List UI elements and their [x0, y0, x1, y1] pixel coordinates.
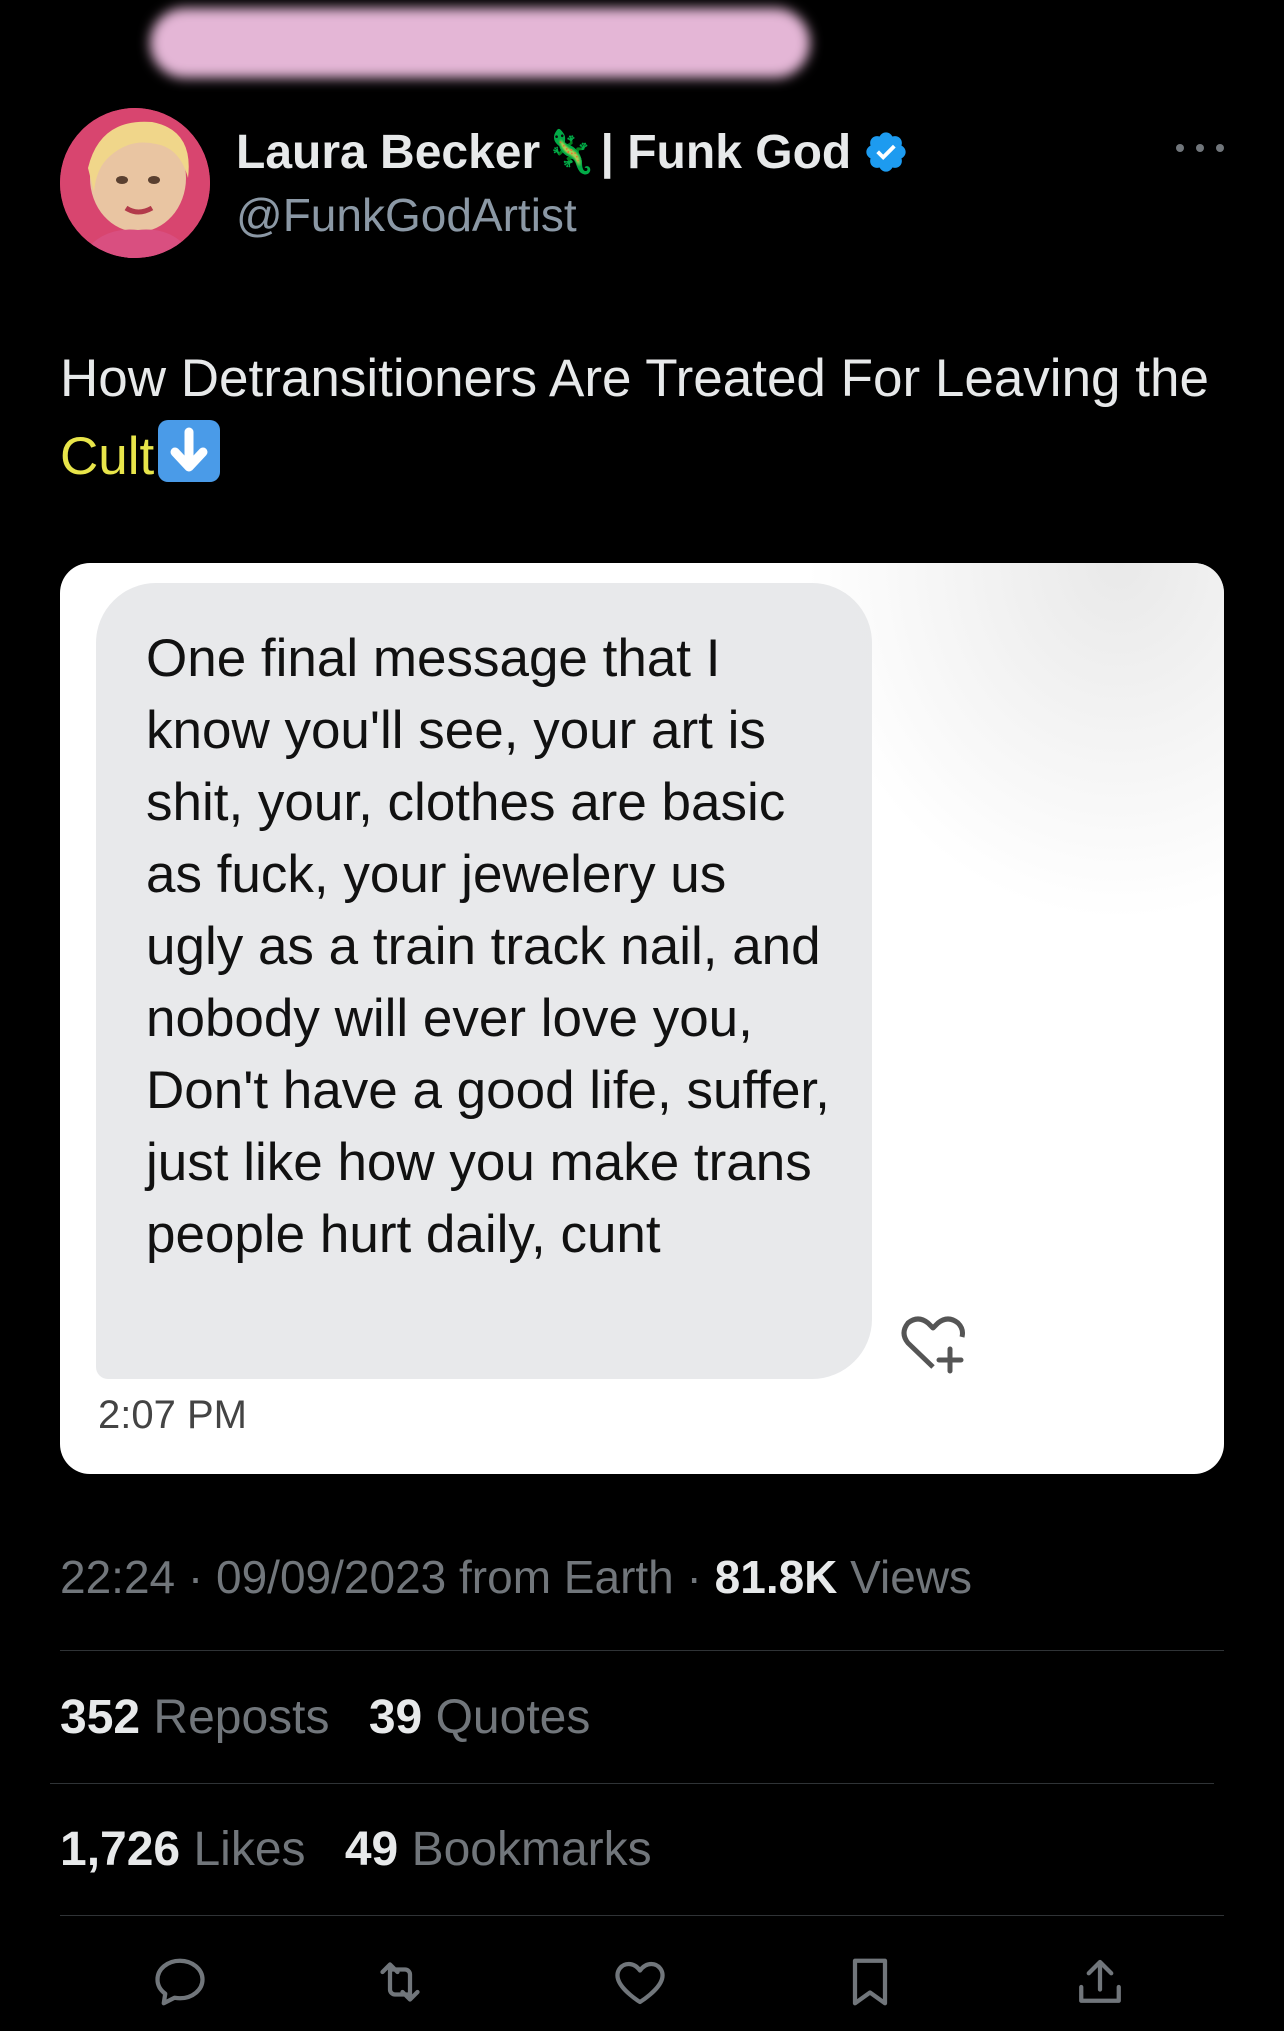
tweet-source: from Earth	[446, 1551, 674, 1603]
bookmark-icon[interactable]	[840, 1952, 900, 2012]
quotes-count: 39	[368, 1691, 423, 1744]
bookmarks-label: Bookmarks	[398, 1823, 652, 1876]
bookmarks-stat[interactable]: 49 Bookmarks	[345, 1823, 652, 1876]
stats-row-reposts: 352 Reposts 39 Quotes	[60, 1690, 616, 1745]
likes-stat[interactable]: 1,726 Likes	[60, 1823, 306, 1876]
tweet-text-highlight: Cult	[60, 427, 155, 486]
repost-icon[interactable]	[370, 1952, 430, 2012]
avatar[interactable]	[60, 108, 210, 258]
message-bubble: One final message that I know you'll see…	[96, 583, 872, 1379]
reposts-label: Reposts	[140, 1691, 330, 1744]
verified-badge-icon	[866, 132, 906, 172]
divider	[60, 1915, 1224, 1916]
views-count: 81.8K	[714, 1551, 838, 1603]
heart-plus-icon[interactable]	[898, 1313, 968, 1375]
author-names: Laura Becker 🦎 | Funk God @FunkGodArtist	[236, 122, 909, 242]
reply-icon[interactable]	[150, 1952, 210, 2012]
quotes-stat[interactable]: 39 Quotes	[369, 1691, 590, 1744]
tweet-text: How Detransitioners Are Treated For Leav…	[60, 340, 1230, 496]
display-name-second[interactable]: | Funk God	[600, 125, 851, 180]
stats-row-likes: 1,726 Likes 49 Bookmarks	[60, 1822, 678, 1877]
divider	[50, 1783, 1214, 1784]
more-options-icon[interactable]	[1176, 138, 1224, 158]
tweet-date[interactable]: 09/09/2023	[216, 1551, 446, 1603]
message-text: One final message that I know you'll see…	[146, 629, 830, 1264]
tweet-meta: 22:24 · 09/09/2023 from Earth · 81.8K Vi…	[60, 1550, 972, 1604]
tweet-time[interactable]: 22:24	[60, 1551, 175, 1603]
tweet-header: Laura Becker 🦎 | Funk God @FunkGodArtist	[60, 108, 1224, 258]
lizard-emoji: 🦎	[544, 127, 597, 175]
meta-separator: ·	[175, 1551, 217, 1603]
handle[interactable]: @FunkGodArtist	[236, 188, 909, 242]
quotes-label: Quotes	[422, 1691, 591, 1744]
display-name-first[interactable]: Laura Becker	[236, 125, 540, 180]
reposts-stat[interactable]: 352 Reposts	[60, 1691, 330, 1744]
redacted-header-bar	[150, 8, 810, 78]
tweet-text-main: How Detransitioners Are Treated For Leav…	[60, 349, 1209, 408]
action-bar	[140, 1952, 1140, 2012]
like-icon[interactable]	[610, 1952, 670, 2012]
media-image[interactable]: One final message that I know you'll see…	[60, 563, 1224, 1474]
down-arrow-emoji-icon	[158, 420, 221, 482]
display-name-row[interactable]: Laura Becker 🦎 | Funk God	[236, 122, 909, 182]
views-label: Views	[837, 1551, 973, 1603]
share-icon[interactable]	[1070, 1952, 1130, 2012]
message-time: 2:07 PM	[98, 1393, 247, 1437]
likes-label: Likes	[180, 1823, 306, 1876]
meta-separator: ·	[673, 1551, 715, 1603]
reposts-count: 352	[60, 1691, 141, 1744]
likes-count: 1,726	[60, 1823, 181, 1876]
bookmarks-count: 49	[344, 1823, 399, 1876]
divider	[60, 1650, 1224, 1651]
